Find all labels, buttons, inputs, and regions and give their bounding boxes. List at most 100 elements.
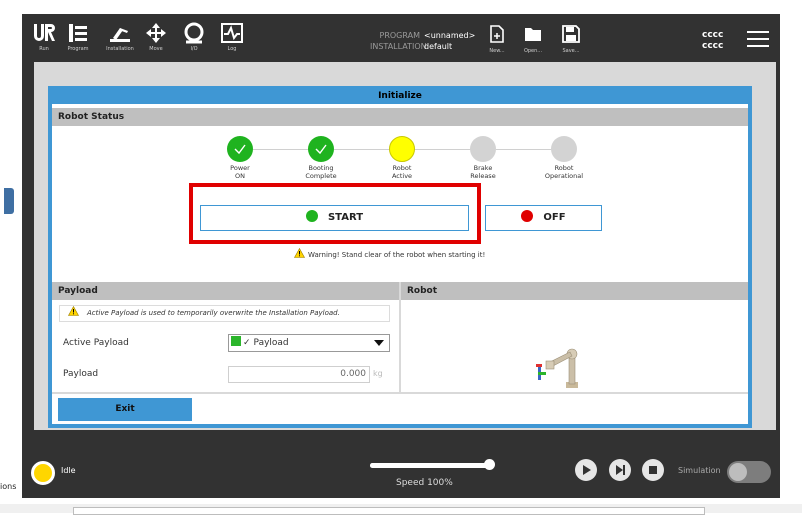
header-bar: Run Program Installation Move I/O Log PR… xyxy=(22,14,780,62)
simulation-toggle-knob xyxy=(729,463,747,481)
user-line2: cccc xyxy=(702,41,724,51)
payload-heading: Payload xyxy=(52,282,399,300)
step-label: ON xyxy=(235,172,245,180)
status-step-robot-active: Robot Active xyxy=(367,136,437,180)
nav-move[interactable]: Move xyxy=(142,22,170,62)
status-indicator xyxy=(551,136,577,162)
robot-status-heading: Robot Status xyxy=(52,108,748,126)
stop-button[interactable] xyxy=(642,459,664,481)
status-indicator xyxy=(389,136,415,162)
section-divider xyxy=(399,282,401,392)
nav-label: Move xyxy=(149,46,163,52)
section-divider xyxy=(52,392,748,394)
check-icon xyxy=(227,136,253,162)
play-button[interactable] xyxy=(575,459,597,481)
open-folder-icon xyxy=(525,28,541,41)
active-payload-select[interactable]: ✓ Payload xyxy=(228,334,390,352)
save-icon xyxy=(562,25,580,43)
payload-input[interactable]: 0.000 xyxy=(228,366,370,383)
payload-label: Payload xyxy=(63,369,99,379)
program-values: <unnamed> default xyxy=(424,30,475,52)
nav-io[interactable]: I/O xyxy=(180,22,208,62)
step-label: Booting xyxy=(308,164,334,172)
program-name: <unnamed> xyxy=(424,31,476,40)
step-button[interactable] xyxy=(609,459,631,481)
program-labels: PROGRAM INSTALLATION xyxy=(370,30,427,52)
program-icon xyxy=(69,24,87,42)
highlight-box xyxy=(189,183,481,244)
step-label: Robot xyxy=(554,164,574,172)
warning-text: Warning! Stand clear of the robot when s… xyxy=(308,251,486,259)
status-step-booting: Booting Complete xyxy=(286,136,356,180)
open-label: Open... xyxy=(523,48,543,54)
checkmark-icon: ✓ xyxy=(243,338,251,348)
simulation-label: Simulation xyxy=(678,466,721,475)
speed-slider-handle[interactable] xyxy=(484,459,495,470)
payload-note-text: Active Payload is used to temporarily ov… xyxy=(87,309,340,317)
step-label: Complete xyxy=(305,172,337,180)
step-label: Brake xyxy=(473,164,493,172)
payload-check-icon xyxy=(231,336,241,346)
active-payload-value: Payload xyxy=(253,338,289,348)
payload-note: Active Payload is used to temporarily ov… xyxy=(59,305,390,322)
status-step-power: Power ON xyxy=(205,136,275,180)
nav-label: Log xyxy=(227,46,237,52)
status-step-brake-release: Brake Release xyxy=(448,136,518,180)
hamburger-menu-icon[interactable] xyxy=(747,31,769,52)
status-step-robot-operational: Robot Operational xyxy=(529,136,599,180)
off-button[interactable]: OFF xyxy=(485,205,602,231)
speed-label: Speed 100% xyxy=(396,478,453,488)
warning-icon xyxy=(294,248,305,258)
start-warning: Warning! Stand clear of the robot when s… xyxy=(294,248,554,260)
red-dot-icon xyxy=(521,210,534,222)
ur-logo-icon xyxy=(34,24,55,41)
stop-icon xyxy=(649,466,657,474)
actions-label: ions xyxy=(0,482,17,491)
robot-status-text: Idle xyxy=(61,466,76,475)
robot-status-icon[interactable] xyxy=(31,461,55,485)
off-label: OFF xyxy=(543,212,566,223)
user-info: cccc cccc xyxy=(702,30,723,52)
exit-button[interactable]: Exit xyxy=(58,398,192,421)
footer-bar xyxy=(22,452,780,498)
nav-label: Run xyxy=(39,46,49,52)
program-label: PROGRAM xyxy=(379,31,421,40)
installation-icon xyxy=(110,28,130,42)
nav-label: I/O xyxy=(190,46,198,52)
nav-label: Program xyxy=(67,46,89,52)
nav-log[interactable]: Log xyxy=(218,22,246,62)
installation-label: INSTALLATION xyxy=(370,42,427,51)
chevron-down-icon xyxy=(374,340,384,346)
save-button[interactable]: Save... xyxy=(558,25,584,54)
step-label: Power xyxy=(230,164,250,172)
new-file-icon xyxy=(490,25,504,43)
installation-name: default xyxy=(424,42,453,51)
payload-unit: kg xyxy=(373,369,383,378)
nav-label: Installation xyxy=(106,46,134,52)
step-label: Active xyxy=(391,172,413,180)
robot-arm-image xyxy=(536,348,578,388)
active-payload-label: Active Payload xyxy=(63,338,129,348)
new-file-label: New... xyxy=(489,48,505,54)
side-panel-handle[interactable] xyxy=(4,188,14,214)
dialog-title: Initialize xyxy=(52,88,748,104)
new-file-button[interactable]: New... xyxy=(484,25,510,54)
nav-program[interactable]: Program xyxy=(64,22,92,62)
check-icon xyxy=(308,136,334,162)
nav-installation[interactable]: Installation xyxy=(106,22,134,62)
log-icon xyxy=(221,23,243,43)
open-button[interactable]: Open... xyxy=(520,25,546,54)
robot-heading: Robot xyxy=(401,282,748,300)
status-indicator xyxy=(470,136,496,162)
move-icon xyxy=(146,23,166,43)
step-label: Release xyxy=(470,172,496,180)
io-icon xyxy=(184,22,204,44)
nav-run[interactable]: Run xyxy=(30,22,58,62)
step-icon xyxy=(616,465,625,475)
warning-icon xyxy=(68,306,79,316)
save-label: Save... xyxy=(562,48,580,54)
bottom-input[interactable] xyxy=(73,507,705,515)
user-line1: cccc xyxy=(702,30,724,40)
step-label: Operational xyxy=(544,172,584,180)
play-icon xyxy=(583,465,591,475)
